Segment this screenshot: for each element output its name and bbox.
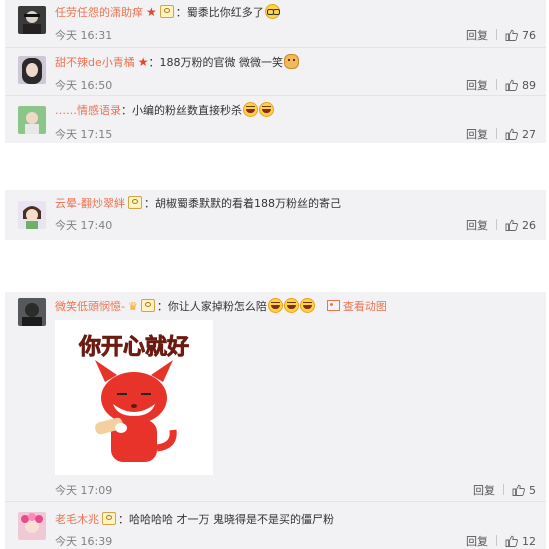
thumbs-up-icon [512,484,525,496]
avatar[interactable] [18,106,46,134]
thumbs-up-icon [505,29,518,41]
timestamp: 今天 16:50 [55,79,113,92]
comment-text: ：蜀黍比你红多了 [175,6,264,19]
comment-text: ：哈哈哈哈 才一万 鬼晓得是不是买的僵尸粉 [118,513,334,526]
like-count: 12 [522,535,536,548]
comment-text: ：胡椒蜀黍默默的看着188万粉丝的寄己 [143,197,341,210]
timestamp: 今天 17:40 [55,219,113,232]
username[interactable]: 任劳任怨的潇助痒 [55,6,143,19]
username[interactable]: 云晕-翻炒翠絆 [55,197,125,210]
like-count: 27 [522,128,536,141]
avatar[interactable] [18,298,46,326]
reply-button[interactable]: 回复 [466,219,488,232]
timestamp: 今天 17:09 [55,484,113,497]
comment-item: 任劳任怨的潇助痒 ★ ：蜀黍比你红多了 今天 16:31 回复 76 [5,0,546,48]
fan-badge-icon [159,5,174,18]
username[interactable]: 甜不辣de小青橘 [55,56,135,69]
laughing-emoji-icon [267,298,283,313]
comment-card: 微笑低頭悯憶- ♛ ：你让人家掉粉怎么陪 查看动图 你开心就好 今天 17:09 回复 [5,292,546,549]
like-button[interactable]: 89 [505,79,536,92]
comment-text: ：小编的粉丝数直接秒杀 [121,104,242,117]
avatar[interactable] [18,56,46,84]
comment-text: ：188万粉的官微 微微一笑 [148,56,284,69]
thumbs-up-icon [505,535,518,547]
username[interactable]: 老毛木兆 [55,513,99,526]
view-animation-label: 查看动图 [342,300,387,313]
reply-button[interactable]: 回复 [466,535,488,548]
divider [496,219,497,230]
comment-item: 云晕-翻炒翠絆 ：胡椒蜀黍默默的看着188万粉丝的寄己 今天 17:40 回复 26 [5,190,546,240]
comment-card: 云晕-翻炒翠絆 ：胡椒蜀黍默默的看着188万粉丝的寄己 今天 17:40 回复 26 [5,190,546,240]
image-icon [326,300,340,311]
comment-text: ：你让人家掉粉怎么陪 [156,300,267,313]
thumbs-up-icon [505,79,518,91]
laughing-emoji-icon [283,298,299,313]
like-button[interactable]: 12 [505,535,536,548]
comment-item: ……情感语录：小编的粉丝数直接秒杀 今天 17:15 回复 27 [5,96,546,145]
divider [496,79,497,90]
divider [496,128,497,139]
divider [503,484,504,495]
fan-badge-icon [102,512,116,525]
comment-item: 老毛木兆 ：哈哈哈哈 才一万 鬼晓得是不是买的僵尸粉 今天 16:39 回复 12 [5,502,546,549]
laughing-emoji-icon [299,298,315,313]
like-button[interactable]: 26 [505,219,536,232]
like-count: 5 [529,484,536,497]
comment-item: 甜不辣de小青橘 ★：188万粉的官微 微微一笑 今天 16:50 回复 89 [5,48,546,96]
comment-card: 任劳任怨的潇助痒 ★ ：蜀黍比你红多了 今天 16:31 回复 76 甜不辣de小青橘… [5,0,546,143]
thumbs-up-icon [505,219,518,231]
like-count: 89 [522,79,536,92]
sticker-image[interactable]: 你开心就好 [55,320,213,475]
fan-badge-icon [140,299,155,312]
reply-button[interactable]: 回复 [466,29,488,42]
like-button[interactable]: 5 [512,484,536,497]
reply-button[interactable]: 回复 [473,484,495,497]
crown-icon: ♛ [127,300,138,313]
fan-badge-icon [127,196,142,209]
avatar[interactable] [18,512,46,540]
doge-emoji-icon [284,54,300,69]
like-count: 76 [522,29,536,42]
thumbs-up-icon [505,128,518,140]
divider [496,535,497,546]
timestamp: 今天 17:15 [55,128,113,141]
reply-button[interactable]: 回复 [466,79,488,92]
timestamp: 今天 16:31 [55,29,113,42]
laughing-emoji-icon [259,102,274,117]
username[interactable]: ……情感语录 [55,104,121,117]
like-count: 26 [522,219,536,232]
star-icon: ★ [137,55,149,69]
view-animation-link[interactable]: 查看动图 [326,300,387,313]
nerd-emoji-icon [264,4,280,19]
like-button[interactable]: 76 [505,29,536,42]
divider [496,29,497,40]
reply-button[interactable]: 回复 [466,128,488,141]
comment-item: 微笑低頭悯憶- ♛ ：你让人家掉粉怎么陪 查看动图 你开心就好 今天 17:09 回复 [5,292,546,502]
username[interactable]: 微笑低頭悯憶- [55,300,125,313]
star-icon: ★ [146,5,157,19]
timestamp: 今天 16:39 [55,535,113,548]
sticker-caption: 你开心就好 [78,334,189,360]
laughing-emoji-icon [243,102,258,117]
avatar[interactable] [18,201,46,229]
avatar[interactable] [18,6,46,34]
like-button[interactable]: 27 [505,128,536,141]
